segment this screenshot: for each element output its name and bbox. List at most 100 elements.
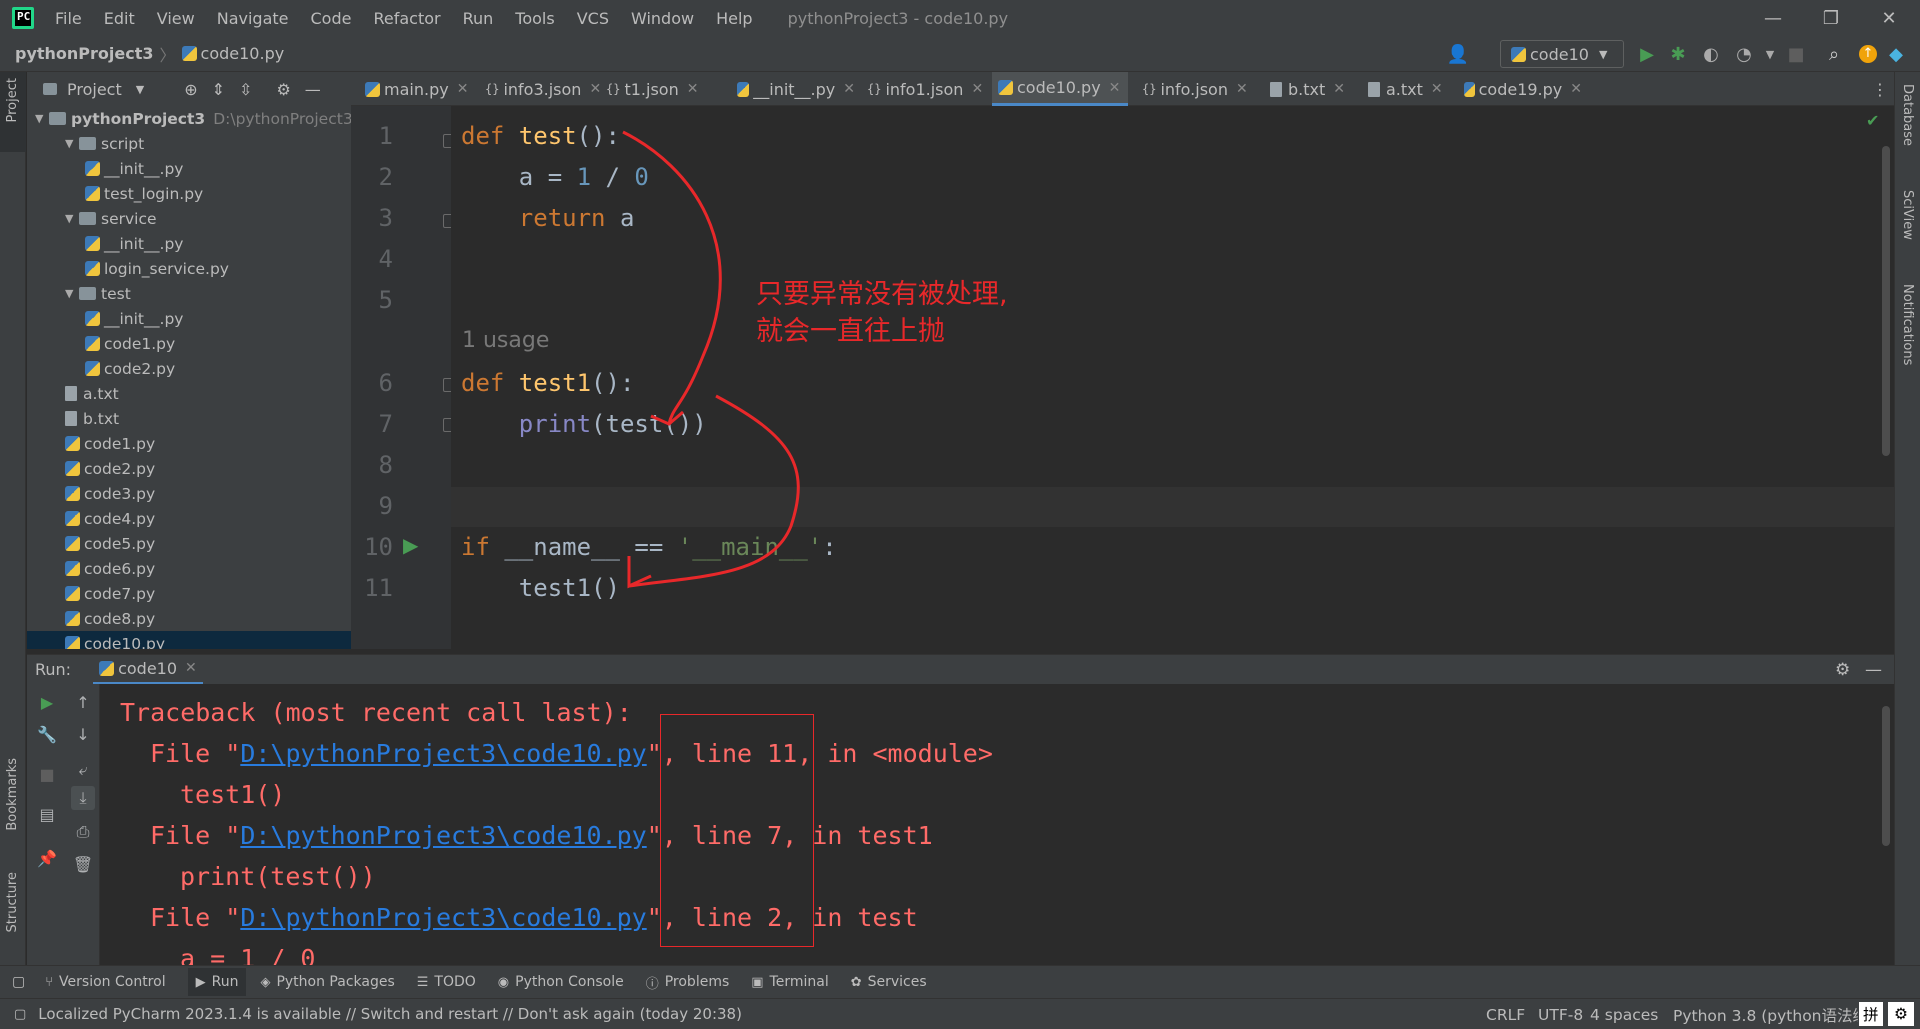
project-tool-tab[interactable]: Project (0, 72, 26, 152)
tree-folder[interactable]: ▼ service (27, 206, 351, 231)
hide-panel-icon[interactable]: — (305, 80, 321, 99)
tree-file[interactable]: code6.py (27, 556, 351, 581)
menu-code[interactable]: Code (311, 9, 352, 28)
search-icon[interactable]: ⌕ (1820, 40, 1848, 68)
file-encoding[interactable]: UTF-8 (1538, 999, 1583, 1029)
tree-file[interactable]: code10.py (27, 631, 351, 649)
close-icon[interactable]: ✕ (185, 660, 197, 676)
close-window-button[interactable]: ✕ (1860, 0, 1918, 36)
wrench-icon[interactable]: 🔧 (35, 722, 59, 746)
tree-file[interactable]: code5.py (27, 531, 351, 556)
run-icon[interactable]: ▶ (1633, 40, 1661, 68)
tab-info3-json[interactable]: {} info3.json ✕ (479, 72, 601, 106)
no-problems-check-icon[interactable]: ✔ (1866, 111, 1879, 130)
chevron-down-icon[interactable]: ▼ (65, 287, 79, 300)
hide-panel-icon[interactable]: — (1865, 660, 1882, 680)
tree-folder[interactable]: ▼ test (27, 281, 351, 306)
tool-todo[interactable]: ☰ TODO (417, 974, 476, 990)
chevron-down-icon[interactable]: ▼ (136, 83, 144, 96)
rerun-icon[interactable]: ▶ (35, 690, 59, 714)
chevron-down-icon[interactable]: ▼ (65, 137, 79, 150)
profile-icon[interactable]: ◔ (1730, 40, 1758, 68)
tab-t1-json[interactable]: {} t1.json ✕ (600, 72, 725, 106)
tree-file[interactable]: b.txt (27, 406, 351, 431)
tree-file[interactable]: __init__.py (27, 156, 351, 181)
menu-file[interactable]: File (55, 9, 82, 28)
close-icon[interactable]: ✕ (1570, 81, 1582, 97)
tool-python-packages[interactable]: ◈ Python Packages (260, 974, 394, 990)
down-arrow-icon[interactable]: ↓ (71, 722, 95, 746)
tree-file[interactable]: code2.py (27, 356, 351, 381)
tab-code19-py[interactable]: code19.py ✕ (1458, 72, 1582, 106)
tree-root[interactable]: ▼ pythonProject3 D:\pythonProject3 (35, 106, 351, 131)
tree-file[interactable]: __init__.py (27, 231, 351, 256)
bookmarks-tool-label[interactable]: Bookmarks (5, 758, 20, 831)
close-icon[interactable]: ✕ (1109, 80, 1121, 96)
restore-button[interactable]: ❐ (1802, 0, 1860, 36)
more-tabs-icon[interactable]: ⋮ (1872, 80, 1888, 99)
minimize-button[interactable]: — (1744, 0, 1802, 36)
traceback-file-link-1[interactable]: D:\pythonProject3\code10.py (240, 739, 646, 768)
structure-tool-label[interactable]: Structure (5, 872, 20, 932)
ime-indicator[interactable]: 拼 (1859, 1002, 1883, 1026)
traceback-file-link-3[interactable]: D:\pythonProject3\code10.py (240, 903, 646, 932)
expand-all-icon[interactable]: ⇕ (212, 80, 225, 99)
menu-help[interactable]: Help (716, 9, 752, 28)
tree-file[interactable]: code1.py (27, 431, 351, 456)
gear-icon[interactable]: ⚙ (1835, 660, 1850, 680)
code-editor[interactable]: def test(): a = 1 / 0 return a 1 usage d… (451, 106, 1894, 649)
tab-info-json[interactable]: {} info.json ✕ (1136, 72, 1258, 106)
print-icon[interactable]: ⎙ (71, 820, 95, 844)
scroll-to-end-icon[interactable]: ⤓ (71, 786, 95, 810)
coverage-icon[interactable]: ◐ (1697, 40, 1725, 68)
tab-a-txt[interactable]: a.txt ✕ (1362, 72, 1452, 106)
line-separator[interactable]: CRLF (1486, 999, 1525, 1029)
tab-info1-json[interactable]: {} info1.json ✕ (861, 72, 986, 106)
console-scrollbar[interactable] (1882, 706, 1890, 846)
update-icon[interactable]: ↑ (1854, 40, 1882, 68)
close-icon[interactable]: ✕ (1431, 81, 1443, 97)
debug-icon[interactable]: ✱ (1664, 40, 1692, 68)
notifications-tool-label[interactable]: Notifications (1900, 284, 1915, 365)
tool-run[interactable]: ▶ Run (187, 968, 247, 996)
collapse-all-icon[interactable]: ⇳ (239, 80, 252, 99)
close-icon[interactable]: ✕ (1333, 81, 1345, 97)
tab-main-py[interactable]: main.py ✕ (359, 72, 471, 106)
tab-b-txt[interactable]: b.txt ✕ (1264, 72, 1356, 106)
user-icon[interactable]: 👤 (1444, 40, 1472, 68)
stop-icon[interactable]: ■ (1782, 40, 1810, 68)
tree-folder[interactable]: ▼ script (27, 131, 351, 156)
tool-services[interactable]: ✿ Services (851, 974, 927, 990)
menu-navigate[interactable]: Navigate (217, 9, 289, 28)
tree-file[interactable]: code2.py (27, 456, 351, 481)
close-icon[interactable]: ✕ (843, 81, 855, 97)
status-square-icon[interactable]: ▢ (14, 1007, 26, 1022)
status-message[interactable]: Localized PyCharm 2023.1.4 is available … (38, 1005, 742, 1023)
menu-refactor[interactable]: Refactor (373, 9, 440, 28)
tree-file[interactable]: test_login.py (27, 181, 351, 206)
pin-icon[interactable]: 📌 (35, 846, 59, 870)
run-gutter-icon[interactable]: ▶ (403, 533, 418, 557)
close-icon[interactable]: ✕ (971, 81, 983, 97)
ime-settings-icon[interactable]: ⚙ (1888, 1002, 1914, 1026)
indent-setting[interactable]: 4 spaces (1590, 999, 1658, 1029)
chevron-down-icon[interactable]: ▼ (65, 212, 79, 225)
run-console[interactable]: Traceback (most recent call last): File … (100, 684, 1894, 965)
menu-tools[interactable]: Tools (515, 9, 554, 28)
tree-file[interactable]: code1.py (27, 331, 351, 356)
stop-icon[interactable]: ■ (35, 762, 59, 786)
layout-icon[interactable]: ▤ (35, 802, 59, 826)
run-configuration-dropdown[interactable]: code10 ▼ (1500, 40, 1624, 68)
jetbrains-ai-icon[interactable]: ◆ (1884, 40, 1908, 68)
tree-file[interactable]: a.txt (27, 381, 351, 406)
tool-terminal[interactable]: ▣ Terminal (751, 974, 828, 990)
tree-file[interactable]: code4.py (27, 506, 351, 531)
trash-icon[interactable]: 🗑 (71, 852, 95, 876)
breadcrumb-project[interactable]: pythonProject3 (15, 44, 154, 63)
menu-window[interactable]: Window (631, 9, 694, 28)
tree-file[interactable]: login_service.py (27, 256, 351, 281)
soft-wrap-icon[interactable]: ⤶ (71, 758, 95, 782)
tool-python-console[interactable]: ◉ Python Console (498, 974, 624, 990)
python-interpreter[interactable]: Python 3.8 (python语法练 (1673, 999, 1858, 1029)
tree-file[interactable]: code8.py (27, 606, 351, 631)
